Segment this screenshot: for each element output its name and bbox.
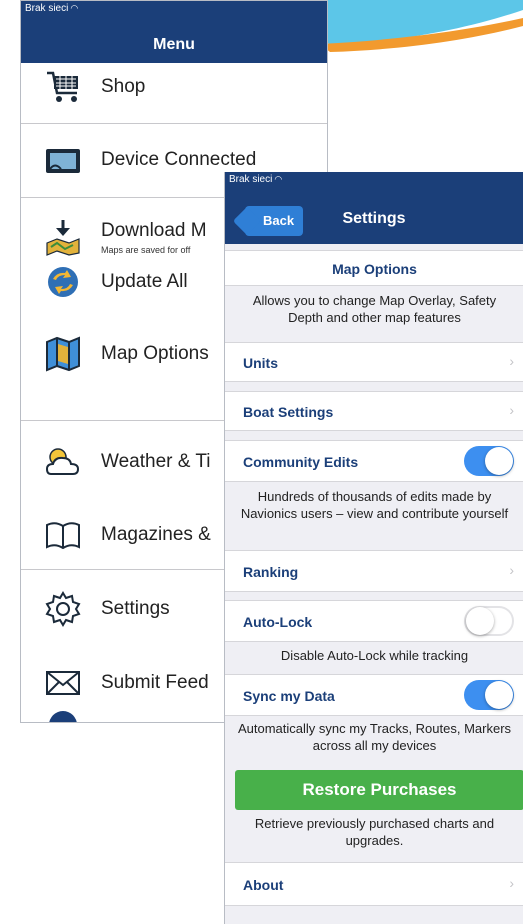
map-options-description: Allows you to change Map Overlay, Safety… — [252, 293, 497, 325]
units-label: Units — [243, 355, 278, 371]
cart-icon — [47, 71, 78, 102]
menu-item-shop[interactable]: Shop — [21, 56, 327, 118]
ranking-label: Ranking — [243, 564, 299, 580]
refresh-globe-icon — [48, 267, 78, 297]
envelope-icon — [46, 671, 80, 695]
toggle-knob — [485, 447, 513, 475]
auto-lock-row: Auto-Lock — [225, 600, 523, 642]
chevron-right-icon: › — [509, 353, 514, 369]
map-options-row[interactable]: Map Options — [225, 250, 523, 286]
divider — [21, 123, 327, 124]
about-row[interactable]: About › — [225, 862, 523, 906]
restore-purchases-button[interactable]: Restore Purchases — [235, 770, 523, 810]
toggle-knob — [466, 607, 494, 635]
device-screen-icon — [46, 149, 80, 173]
status-bar: Brak sieci ◠ — [25, 3, 78, 14]
auto-lock-toggle[interactable] — [464, 606, 514, 636]
settings-screen: Brak sieci ◠ Back Settings Map Options Al… — [224, 172, 523, 924]
community-edits-toggle[interactable] — [464, 446, 514, 476]
auto-lock-description: Disable Auto-Lock while tracking — [280, 648, 469, 663]
menu-label-magazines: Magazines & — [101, 524, 211, 545]
settings-nav-bar: Brak sieci ◠ Back Settings — [225, 172, 523, 244]
menu-title: Menu — [153, 36, 195, 53]
menu-label-settings: Settings — [101, 598, 170, 619]
units-row[interactable]: Units › — [225, 342, 523, 382]
chevron-right-icon: › — [509, 875, 514, 891]
sync-data-label: Sync my Data — [243, 688, 335, 704]
menu-label-update-all: Update All — [101, 271, 188, 292]
sync-data-row: Sync my Data — [225, 674, 523, 716]
menu-label-device-connected: Device Connected — [101, 149, 257, 170]
menu-label-map-options: Map Options — [101, 343, 209, 364]
network-status: Brak sieci — [229, 174, 273, 185]
restore-purchases-description: Retrieve previously purchased charts and… — [254, 816, 495, 848]
auto-lock-label: Auto-Lock — [243, 614, 313, 630]
chevron-right-icon: › — [509, 562, 514, 578]
menu-nav-bar: Brak sieci ◠ Menu — [21, 1, 327, 63]
toggle-knob — [485, 681, 513, 709]
community-edits-label: Community Edits — [243, 454, 359, 470]
boat-settings-label: Boat Settings — [243, 404, 334, 420]
sync-data-description: Automatically sync my Tracks, Routes, Ma… — [237, 721, 512, 753]
slide: Brak sieci◠ Menu Shop Device Connected — [0, 0, 523, 924]
menu-label-weather-tides: Weather & Ti — [101, 451, 211, 472]
sync-data-toggle[interactable] — [464, 680, 514, 710]
wifi-icon: ◠ — [70, 3, 79, 13]
about-label: About — [243, 877, 284, 893]
map-icon — [46, 336, 80, 372]
gear-icon — [45, 591, 81, 627]
community-edits-row: Community Edits — [225, 440, 523, 482]
chevron-right-icon: › — [509, 402, 514, 418]
menu-label-shop: Shop — [101, 76, 146, 97]
ranking-row[interactable]: Ranking › — [225, 550, 523, 592]
wifi-icon: ◠ — [274, 174, 283, 184]
boat-settings-row[interactable]: Boat Settings › — [225, 391, 523, 431]
status-bar: Brak sieci ◠ — [229, 174, 282, 185]
settings-title: Settings — [342, 210, 406, 227]
network-status: Brak sieci — [25, 3, 69, 14]
book-icon — [46, 522, 80, 550]
menu-label-download-maps: Download M — [101, 220, 207, 241]
map-options-title: Map Options — [332, 261, 417, 277]
community-edits-description: Hundreds of thousands of edits made by N… — [240, 489, 509, 521]
menu-label-submit-feedback: Submit Feed — [101, 672, 209, 693]
weather-icon — [45, 448, 80, 475]
